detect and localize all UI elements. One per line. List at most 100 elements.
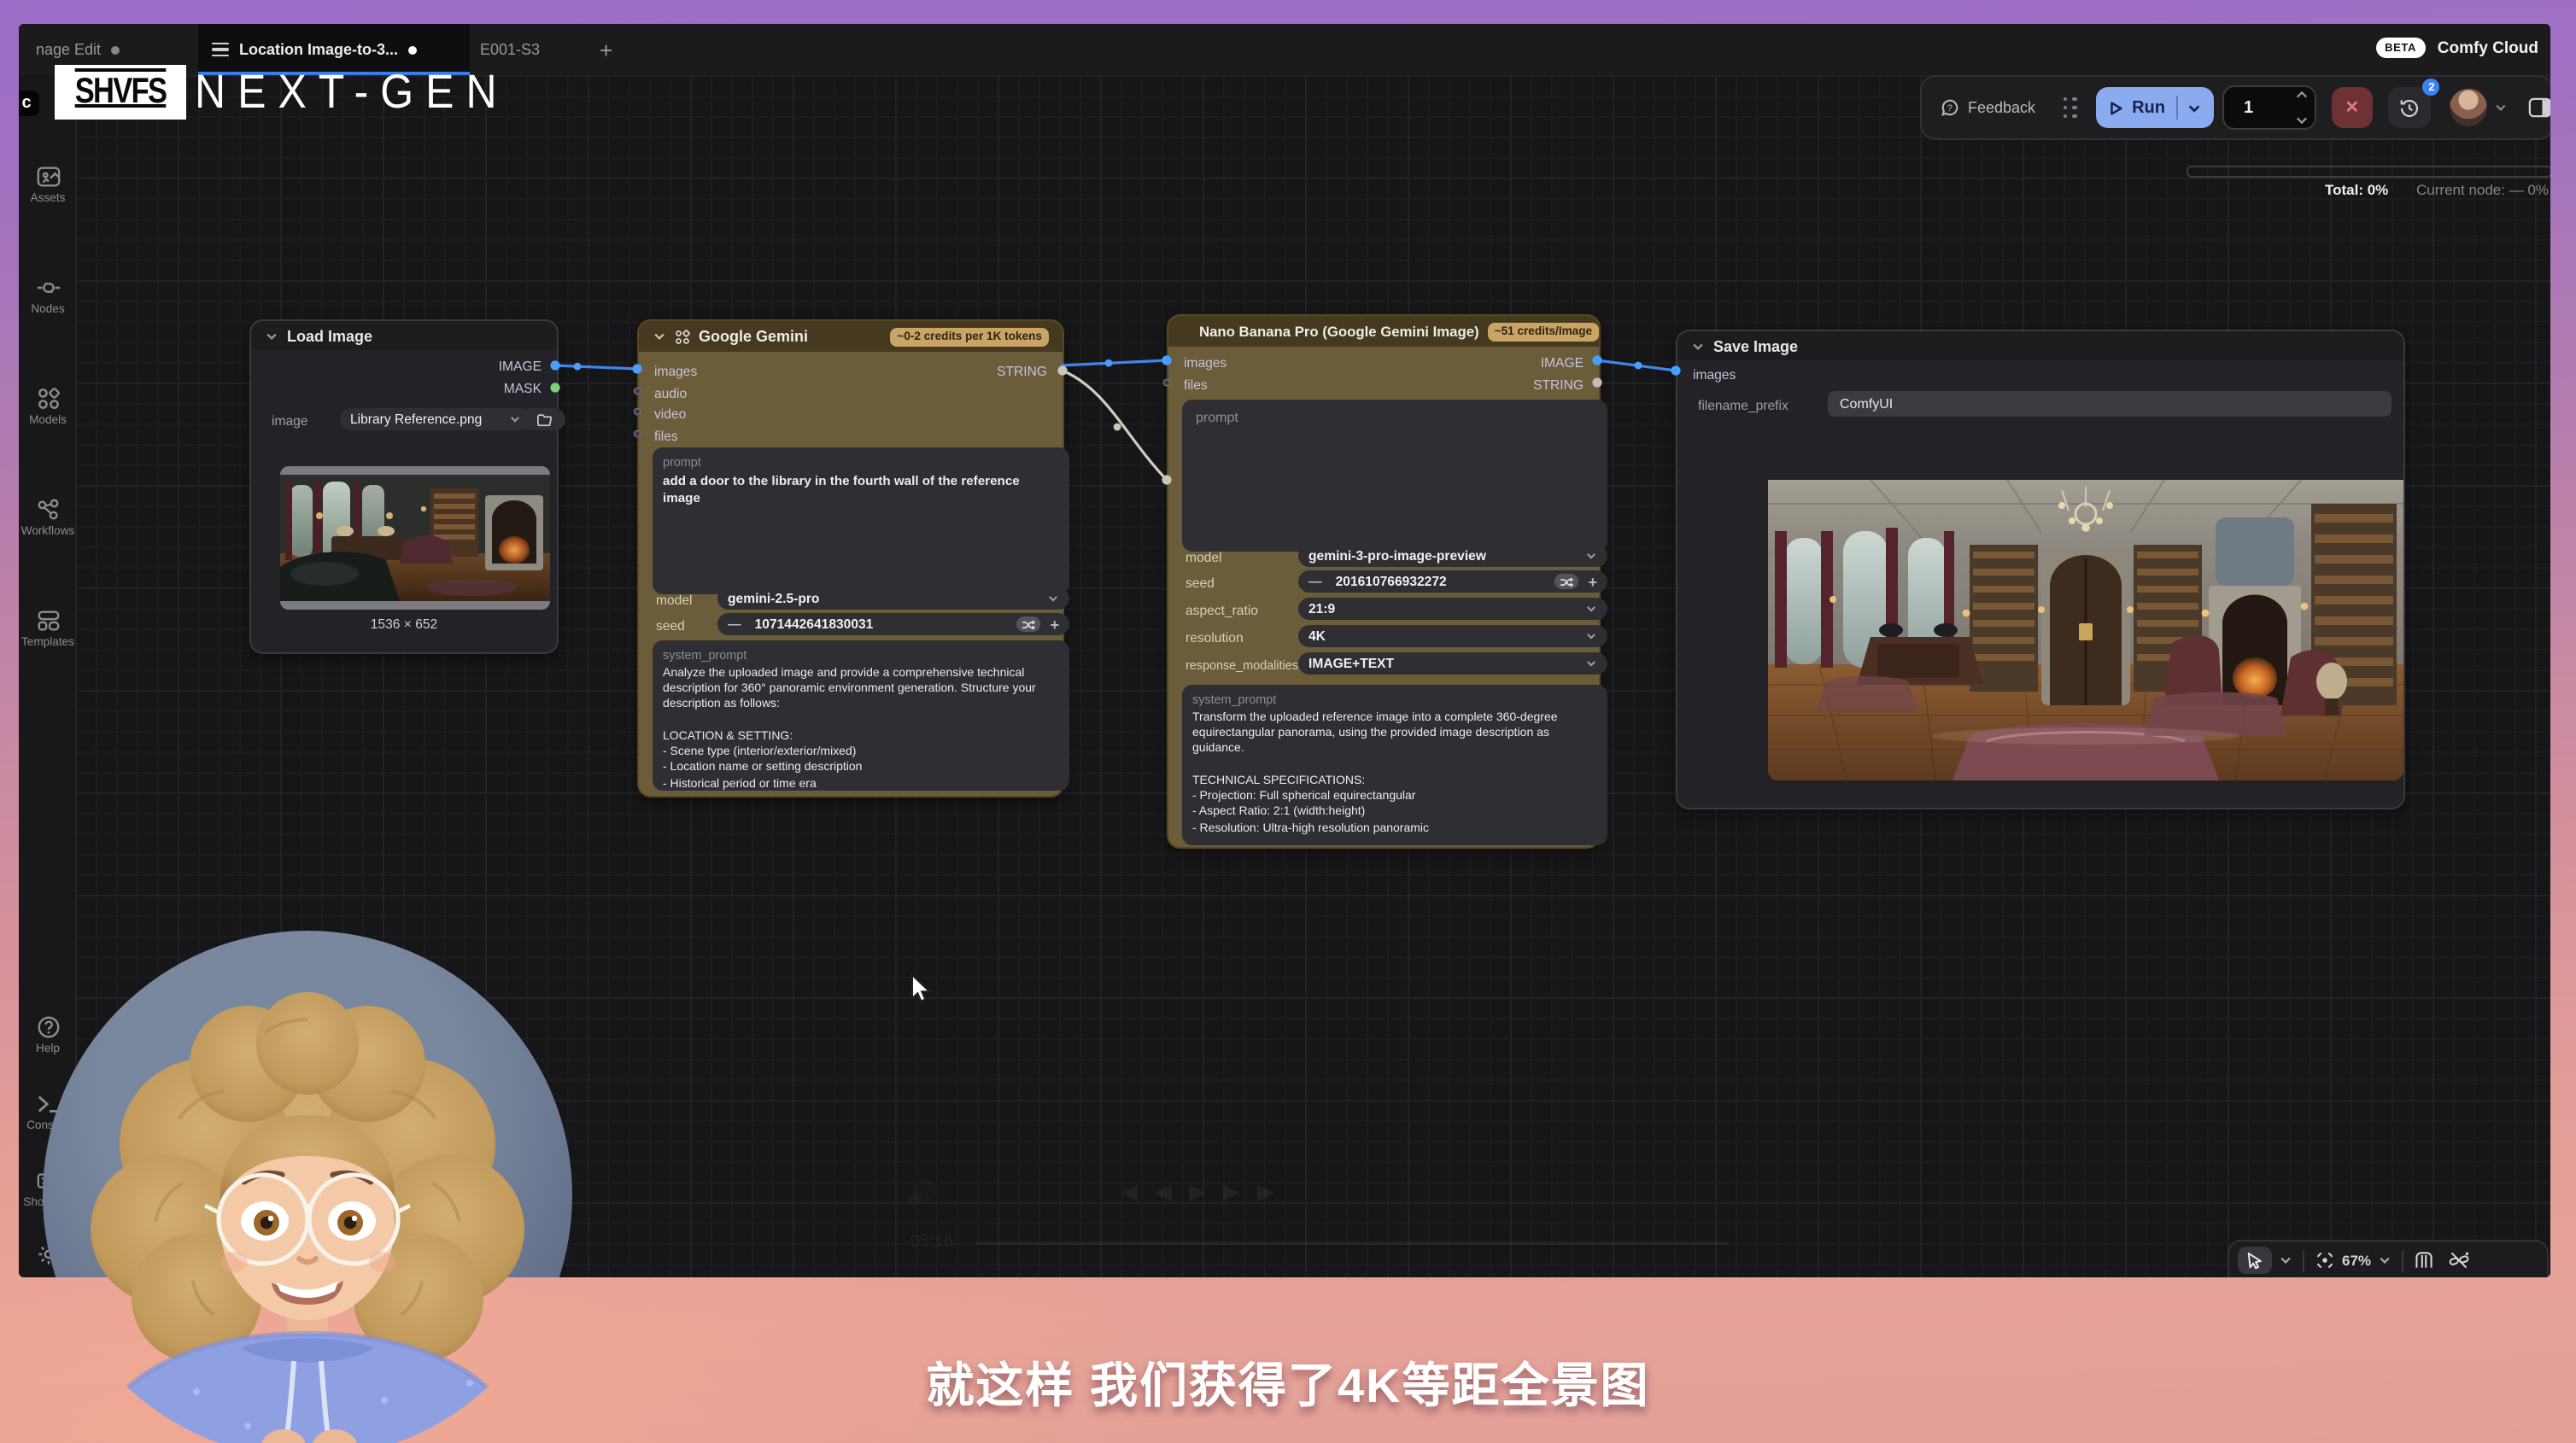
node-header[interactable]: Nano Banana Pro (Google Gemini Image) ~5… (1168, 316, 1599, 347)
zoom-chevron-icon[interactable] (2378, 1253, 2392, 1267)
api-node-icon (675, 329, 690, 344)
input-images-label: images (654, 364, 697, 379)
node-nano-banana-pro[interactable]: Nano Banana Pro (Google Gemini Image) ~5… (1167, 314, 1601, 849)
assets-icon (35, 164, 61, 190)
model-select[interactable]: gemini-3-pro-image-preview (1298, 545, 1607, 567)
seed-increment[interactable]: + (1050, 616, 1059, 633)
count-steppers[interactable] (2296, 91, 2308, 125)
system-prompt-textarea[interactable]: system_prompt Transform the uploaded ref… (1182, 685, 1607, 845)
sidebar-item-templates[interactable]: Templates (19, 608, 97, 649)
response-modalities-select[interactable]: IMAGE+TEXT (1298, 652, 1607, 675)
folder-icon (536, 412, 551, 426)
svg-text:?: ? (1947, 102, 1952, 113)
minimap-icon[interactable] (2414, 1250, 2434, 1271)
node-header[interactable]: Google Gemini ~0-2 credits per 1K tokens (639, 321, 1063, 352)
zoom-level[interactable]: 67% (2342, 1252, 2371, 1269)
system-prompt-textarea[interactable]: system_prompt Analyze the uploaded image… (653, 640, 1069, 791)
unlink-icon[interactable] (2448, 1250, 2470, 1271)
seed-randomize-button[interactable] (1016, 616, 1039, 632)
output-string-label: STRING (1481, 377, 1584, 393)
input-video-label: video (654, 406, 686, 422)
models-icon (35, 386, 61, 412)
prompt-textarea[interactable]: prompt (1182, 400, 1607, 552)
prompt-textarea[interactable]: prompt add a door to the library in the … (653, 447, 1069, 594)
subtitle-caption: 就这样 我们获得了4K等距全景图 (0, 1349, 2576, 1417)
collapse-chevron-icon[interactable] (265, 329, 278, 342)
sidebar-item-assets[interactable]: Assets (19, 164, 97, 205)
collapse-chevron-icon[interactable] (653, 330, 666, 343)
seed-decrement[interactable]: — (1308, 574, 1322, 589)
node-save-image[interactable]: Save Image images filename_prefix ComfyU… (1676, 330, 2405, 809)
account-chevron-icon[interactable] (2495, 101, 2509, 114)
panorama-result-image[interactable] (1768, 480, 2403, 780)
image-field-label: image (272, 413, 308, 429)
seed-input[interactable]: — 201610766932272 + (1298, 570, 1607, 593)
step-up-icon[interactable] (2296, 91, 2308, 99)
seed-label: seed (1186, 575, 1215, 591)
mouse-cursor (910, 973, 931, 1004)
node-google-gemini[interactable]: Google Gemini ~0-2 credits per 1K tokens… (637, 319, 1064, 797)
nodes-icon (35, 275, 61, 301)
open-file-button[interactable] (521, 408, 565, 430)
top-toolbar: ? Feedback Run 1 ✕ 2 (1920, 75, 2550, 140)
image-file-select[interactable]: Library Reference.png (340, 408, 531, 430)
panorama-library-image (1768, 480, 2403, 780)
aspect-ratio-label: aspect_ratio (1186, 603, 1258, 618)
output-image-label: IMAGE (439, 359, 542, 374)
resolution-select[interactable]: 4K (1298, 625, 1607, 647)
seed-increment[interactable]: + (1588, 573, 1597, 590)
filename-prefix-input[interactable]: ComfyUI (1828, 391, 2392, 417)
seed-input[interactable]: — 1071442641830031 + (717, 613, 1069, 635)
progress-total: Total: 0% (2325, 181, 2388, 198)
node-header[interactable]: Load Image (251, 321, 557, 350)
templates-icon (35, 608, 61, 634)
input-files-label: files (654, 429, 678, 444)
fit-view-icon[interactable] (2315, 1250, 2335, 1271)
workflows-icon (35, 497, 61, 523)
ghost-transport-icons: ◀◀▶▶▶ (1121, 1178, 1291, 1206)
screen: nage Edit Location Image-to-3... E001-S3… (0, 0, 2576, 1443)
tab-label: nage Edit (36, 41, 101, 58)
credits-badge: ~0-2 credits per 1K tokens (890, 327, 1049, 346)
tab-label: Location Image-to-3... (239, 41, 398, 58)
feedback-button[interactable]: ? Feedback (1941, 98, 2035, 117)
model-label: model (656, 593, 693, 608)
history-button[interactable]: 2 (2388, 87, 2432, 128)
panel-toggle-icon[interactable] (2528, 97, 2550, 118)
node-header[interactable]: Save Image (1677, 331, 2403, 360)
chevron-down-icon (1047, 593, 1059, 605)
unsaved-dot-icon (111, 45, 120, 54)
sidebar-item-workflows[interactable]: Workflows (19, 497, 97, 538)
input-images-label: images (1184, 355, 1227, 371)
progress-current-node: Current node: — 0% (2416, 181, 2549, 198)
collapse-chevron-icon[interactable] (1691, 339, 1705, 353)
run-button[interactable]: Run (2096, 87, 2215, 128)
seed-decrement[interactable]: — (728, 616, 741, 632)
credits-badge: ~51 credits/Image (1488, 322, 1600, 341)
image-preview[interactable] (280, 466, 550, 610)
next-gen-logo: NEXT-GEN (195, 66, 509, 121)
node-load-image[interactable]: Load Image IMAGE MASK image Library Refe… (249, 319, 559, 654)
select-tool-button[interactable] (2238, 1247, 2272, 1274)
comfy-cloud-label[interactable]: Comfy Cloud (2438, 39, 2538, 58)
shuffle-icon (1559, 576, 1572, 587)
ghost-progress-bar (975, 1241, 1727, 1245)
workflow-menu-icon[interactable] (212, 43, 229, 56)
shvfs-logo: SHVFS (55, 65, 186, 120)
seed-randomize-button[interactable] (1554, 574, 1578, 589)
sidebar-item-nodes[interactable]: Nodes (19, 275, 97, 316)
step-down-icon[interactable] (2296, 116, 2308, 125)
cancel-run-button[interactable]: ✕ (2332, 87, 2372, 128)
shuffle-icon (1021, 619, 1034, 629)
model-select[interactable]: gemini-2.5-pro (717, 587, 1069, 610)
run-options-chevron-icon[interactable] (2187, 100, 2203, 115)
batch-count-input[interactable]: 1 (2223, 85, 2316, 130)
drag-handle-icon[interactable] (2063, 97, 2077, 119)
sidebar-item-models[interactable]: Models (19, 386, 97, 427)
chevron-down-icon (1585, 550, 1597, 562)
aspect-ratio-select[interactable]: 21:9 (1298, 598, 1607, 620)
new-tab-button[interactable]: + (600, 24, 612, 75)
comfyui-logo[interactable]: c (19, 91, 39, 116)
user-avatar[interactable] (2450, 89, 2488, 126)
tool-options-chevron-icon[interactable] (2279, 1253, 2292, 1267)
